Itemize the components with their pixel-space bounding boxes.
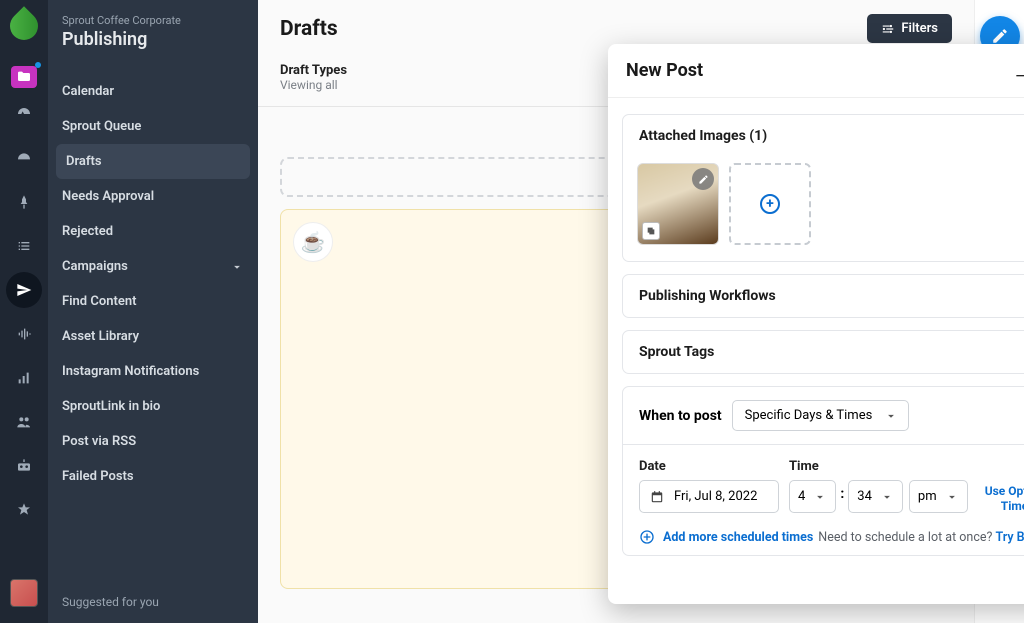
ampm-select[interactable]: pm [909, 480, 968, 513]
rail-send-item[interactable] [6, 272, 42, 308]
date-input[interactable]: Fri, Jul 8, 2022 [639, 480, 779, 513]
minimize-button[interactable] [1012, 62, 1024, 80]
rail-speedometer-item[interactable] [6, 140, 42, 176]
nav-rejected[interactable]: Rejected [48, 214, 258, 249]
filters-button[interactable]: Filters [867, 14, 952, 43]
nav-campaigns[interactable]: Campaigns [48, 249, 258, 284]
rail-list-item[interactable] [6, 228, 42, 264]
date-label: Date [639, 459, 779, 474]
bulk-schedule-hint: Need to schedule a lot at once? Try Bulk… [818, 530, 1024, 545]
nav-asset-library[interactable]: Asset Library [48, 319, 258, 354]
nav-find-content[interactable]: Find Content [48, 284, 258, 319]
nav-list: Calendar Sprout Queue Drafts Needs Appro… [48, 74, 258, 494]
new-post-modal: New Post Attached Images (1) [608, 44, 1024, 604]
when-to-post-select[interactable]: Specific Days & Times [732, 400, 910, 431]
nav-sprout-queue[interactable]: Sprout Queue [48, 109, 258, 144]
sliders-icon [881, 22, 895, 36]
org-name: Sprout Coffee Corporate [62, 14, 242, 27]
chevron-down-icon [813, 490, 827, 504]
sprout-tags-panel: Sprout Tags [622, 330, 1024, 374]
coffee-cup-icon: ☕ [293, 222, 333, 262]
plus-circle-icon: + [760, 194, 780, 214]
nav-failed-posts[interactable]: Failed Posts [48, 459, 258, 494]
stack-icon [642, 222, 660, 240]
add-more-times-link[interactable]: Add more scheduled times [639, 529, 813, 545]
rail-people-item[interactable] [6, 404, 42, 440]
rail-folder-item[interactable] [11, 66, 37, 88]
pencil-icon [698, 174, 709, 185]
when-to-post-panel: When to post Specific Days & Times Date [622, 386, 1024, 556]
section-title: Publishing [62, 29, 242, 50]
nav-post-via-rss[interactable]: Post via RSS [48, 424, 258, 459]
nav-suggested-label: Suggested for you [48, 581, 258, 623]
nav-sproutlink[interactable]: SproutLink in bio [48, 389, 258, 424]
sprout-tags-header[interactable]: Sprout Tags [623, 331, 1024, 373]
rail-star-item[interactable] [6, 492, 42, 528]
calendar-icon [650, 490, 664, 504]
chevron-down-icon [945, 490, 959, 504]
edit-image-button[interactable] [692, 168, 714, 190]
publishing-workflows-header[interactable]: Publishing Workflows [623, 275, 1024, 317]
time-label: Time [789, 459, 968, 474]
nav-drafts[interactable]: Drafts [56, 144, 250, 179]
optimal-times-link[interactable]: Use Optimal Times [978, 484, 1024, 513]
modal-title: New Post [626, 60, 703, 81]
page-title: Drafts [280, 17, 338, 41]
attached-image-thumb[interactable] [637, 163, 719, 245]
attached-images-panel: Attached Images (1) [622, 114, 1024, 262]
add-image-button[interactable]: + [729, 163, 811, 245]
nav-needs-approval[interactable]: Needs Approval [48, 179, 258, 214]
attached-images-header[interactable]: Attached Images (1) [623, 115, 1024, 157]
user-avatar[interactable] [10, 579, 38, 607]
sprout-logo[interactable] [4, 6, 44, 46]
minute-select[interactable]: 34 [848, 480, 903, 513]
nav-calendar[interactable]: Calendar [48, 74, 258, 109]
chevron-down-icon [230, 260, 244, 274]
side-nav: Sprout Coffee Corporate Publishing Calen… [48, 0, 258, 623]
when-to-post-label: When to post [639, 408, 722, 424]
left-icon-rail [0, 0, 48, 623]
compose-icon [991, 27, 1009, 45]
hour-select[interactable]: 4 [789, 480, 836, 513]
draft-types-filter[interactable]: Draft Types Viewing all [280, 63, 347, 92]
nav-instagram-notifications[interactable]: Instagram Notifications [48, 354, 258, 389]
bulk-schedule-link[interactable]: Try Bulk Scheduling [996, 530, 1024, 545]
rail-dashboard-item[interactable] [6, 96, 42, 132]
chevron-down-icon [880, 490, 894, 504]
rail-pin-item[interactable] [6, 184, 42, 220]
rail-audio-item[interactable] [6, 316, 42, 352]
rail-bot-item[interactable] [6, 448, 42, 484]
plus-circle-icon [639, 529, 655, 545]
main-content: Drafts Filters Draft Types Viewing all C… [258, 0, 974, 623]
publishing-workflows-panel: Publishing Workflows [622, 274, 1024, 318]
chevron-down-icon [884, 409, 898, 423]
rail-analytics-item[interactable] [6, 360, 42, 396]
